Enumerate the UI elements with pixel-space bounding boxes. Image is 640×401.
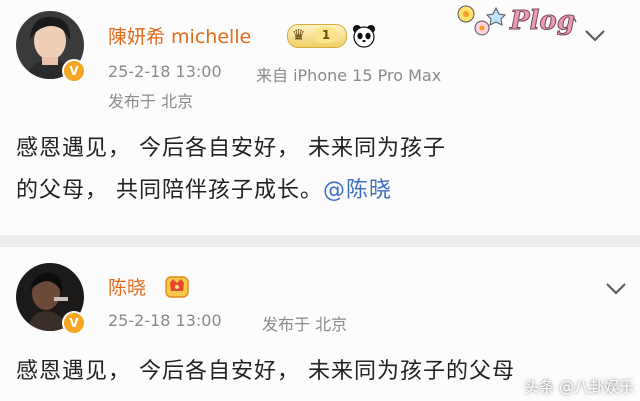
weibo-post-michelle: V 陳妍希 michelle ♛ 1 Plog 25-2-18 13:00 来自… — [0, 0, 640, 235]
panda-emoji-icon — [353, 25, 375, 48]
post-body-line-1: 感恩遇见， 今后各自安好， 未来同为孩子 — [16, 136, 446, 161]
chevron-down-icon[interactable] — [604, 281, 628, 297]
crown-badge-icon[interactable]: ♛ 1 — [287, 24, 347, 48]
post-divider — [0, 235, 640, 247]
post-timestamp: 25-2-18 13:00 — [108, 62, 222, 81]
verified-badge-icon: V — [62, 59, 86, 83]
author-name[interactable]: 陈晓 — [108, 273, 146, 300]
verified-badge-icon: V — [62, 311, 86, 335]
sticker-label: Plog — [510, 6, 576, 37]
post-location: 发布于 北京 — [262, 315, 348, 334]
vip-badge-icon[interactable] — [164, 273, 190, 299]
post-body-line-1: 感恩遇见， 今后各自安好， 未来同为孩子的父母 — [16, 359, 515, 384]
plog-sticker: Plog — [452, 0, 580, 48]
chevron-down-icon[interactable] — [583, 28, 607, 44]
mention-link[interactable]: @陈晓 — [323, 178, 392, 203]
post-body-line-2: 的父母， 共同陪伴孩子成长。@陈晓 — [16, 172, 392, 204]
watermark: 头条 @八卦娱乐 — [524, 378, 634, 396]
post-timestamp: 25-2-18 13:00 — [108, 311, 222, 330]
post-device: 来自 iPhone 15 Pro Max — [256, 66, 442, 85]
author-name[interactable]: 陳妍希 michelle — [108, 22, 251, 49]
level-number: 1 — [314, 27, 338, 43]
post-body-text: 的父母， 共同陪伴孩子成长。 — [16, 178, 323, 203]
post-location: 发布于 北京 — [108, 92, 194, 111]
